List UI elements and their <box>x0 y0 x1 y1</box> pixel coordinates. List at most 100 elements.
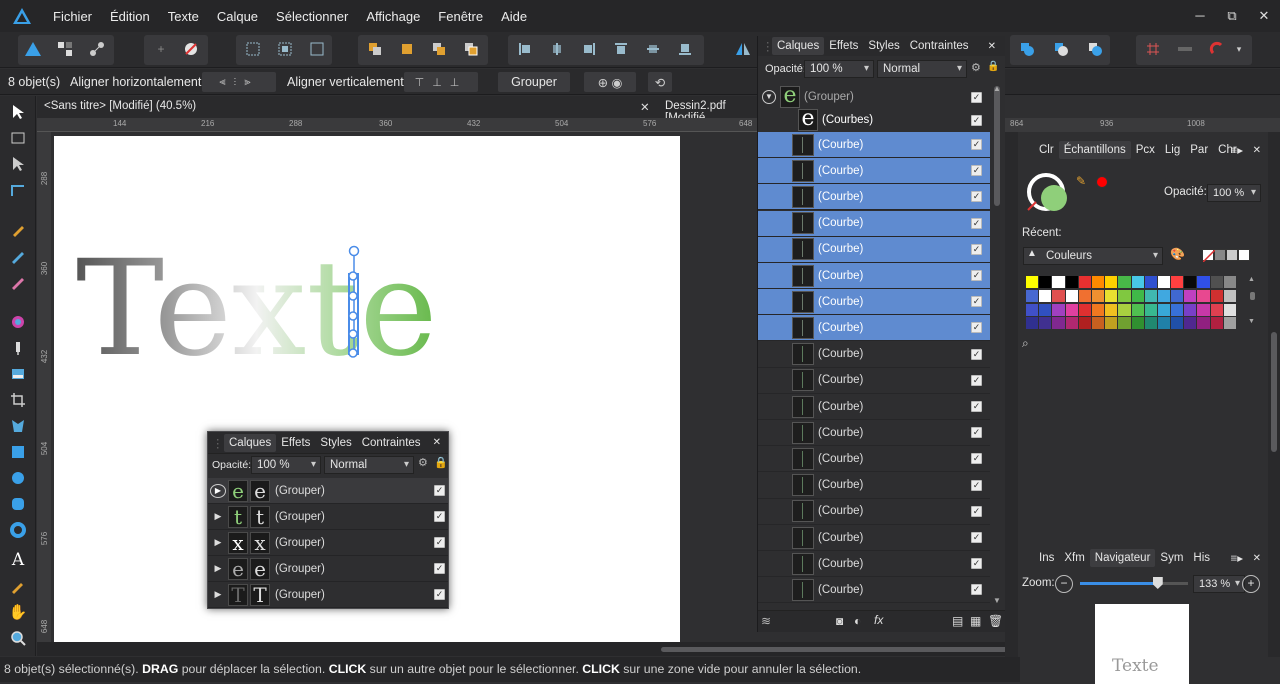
visibility-checkbox[interactable]: ✓ <box>434 589 445 600</box>
visibility-checkbox[interactable]: ✓ <box>971 114 982 126</box>
align-vertical-buttons[interactable]: ⊤⊥⊥ <box>404 72 478 92</box>
arrange-front-icon[interactable] <box>458 36 484 62</box>
visibility-checkbox[interactable]: ✓ <box>971 348 982 360</box>
scroll-down-icon[interactable]: ▼ <box>1248 318 1255 325</box>
lock-icon[interactable]: 🔒 <box>434 456 448 469</box>
swatch-color[interactable] <box>1078 317 1091 330</box>
rounded-rect-tool-icon[interactable] <box>6 492 30 516</box>
snapping-dropdown-icon[interactable]: ▾ <box>1232 36 1246 62</box>
swatch-color[interactable] <box>1039 276 1052 288</box>
palette-dropdown[interactable]: Couleurs <box>1023 247 1163 265</box>
swatch-color[interactable] <box>1091 276 1105 288</box>
visibility-checkbox[interactable]: ✓ <box>971 374 982 386</box>
scroll-thumb[interactable] <box>661 647 1041 652</box>
layer-row[interactable]: (Courbe) ✓ <box>758 263 990 289</box>
swatch-color[interactable] <box>1118 303 1131 316</box>
swatch-color[interactable] <box>1052 276 1065 288</box>
tab-xfm[interactable]: Xfm <box>1059 552 1089 564</box>
menu-aide[interactable]: Aide <box>492 9 536 24</box>
visibility-checkbox[interactable]: ✓ <box>971 532 982 543</box>
swatch-color[interactable] <box>1039 289 1052 302</box>
boolean-intersect-icon[interactable] <box>1082 36 1108 62</box>
align-left-icon[interactable] <box>512 36 538 62</box>
swatch-color[interactable] <box>1105 289 1118 302</box>
swatch-color[interactable] <box>1118 289 1131 302</box>
swatch-color[interactable] <box>1065 289 1078 302</box>
visibility-checkbox[interactable]: ✓ <box>971 401 982 412</box>
corner-tool-icon[interactable] <box>6 178 30 202</box>
swatch-color[interactable] <box>1026 289 1039 302</box>
designer-persona-icon[interactable] <box>20 36 46 62</box>
swatch-color[interactable] <box>1171 303 1184 316</box>
tab-his[interactable]: His <box>1188 552 1215 564</box>
text-tool-icon[interactable]: A <box>6 548 30 572</box>
expand-icon[interactable]: ▶ <box>210 483 226 498</box>
visibility-checkbox[interactable]: ✓ <box>971 165 982 177</box>
zoom-out-button[interactable]: − <box>1055 575 1073 593</box>
palette-options-icon[interactable]: 🎨 <box>1170 247 1185 261</box>
visibility-checkbox[interactable]: ✓ <box>971 453 982 465</box>
selection-handle[interactable] <box>348 291 358 301</box>
swatch-color[interactable] <box>1171 276 1184 288</box>
opacity-dropdown[interactable]: 100 % <box>251 456 321 474</box>
layers-stack-icon[interactable]: ≋ <box>761 614 771 628</box>
tab-pcx[interactable]: Pcx <box>1131 144 1160 156</box>
swatch-color[interactable] <box>1184 317 1197 330</box>
stroke-color-swatch[interactable] <box>1096 176 1108 188</box>
scroll-up-icon[interactable]: ▲ <box>1248 276 1255 283</box>
swatches-panel[interactable]: Clr Échantillons Pcx Lig Par Chr ≡▸ ✕ ✎ … <box>1018 140 1268 358</box>
group-button[interactable]: Grouper <box>498 72 570 92</box>
transparency-tool-icon[interactable] <box>6 336 30 360</box>
opacity-dropdown[interactable]: 100 % <box>804 60 874 78</box>
swatch-color[interactable] <box>1039 317 1052 330</box>
add-pixel-layer-icon[interactable]: ▦ <box>970 614 981 628</box>
visibility-checkbox[interactable]: ✓ <box>971 479 982 491</box>
swatch-color[interactable] <box>1157 317 1171 330</box>
swatch-color[interactable] <box>1157 289 1171 302</box>
minimize-button[interactable]: ─ <box>1184 0 1216 32</box>
adjustment-icon[interactable]: ◐ <box>854 614 861 628</box>
tab-calques[interactable]: Calques <box>772 37 825 55</box>
color-picker-icon[interactable] <box>6 574 30 598</box>
tab-sym[interactable]: Sym <box>1155 552 1188 564</box>
visibility-checkbox[interactable]: ✓ <box>434 511 445 522</box>
tab-styles[interactable]: Styles <box>315 437 356 449</box>
swatch-color[interactable] <box>1052 317 1065 330</box>
arrange-back-icon[interactable] <box>362 36 388 62</box>
swatch-color[interactable] <box>1026 276 1039 288</box>
swatch-color[interactable] <box>1105 276 1118 288</box>
horizontal-scrollbar[interactable] <box>37 642 1041 656</box>
menu-calque[interactable]: Calque <box>208 9 267 24</box>
expand-icon[interactable]: ▶ <box>210 537 226 548</box>
swatch-scrollbar[interactable] <box>1250 292 1255 300</box>
tab-effets[interactable]: Effets <box>276 437 315 449</box>
selection-handle[interactable] <box>348 311 358 321</box>
mask-icon[interactable]: ◙ <box>836 614 843 628</box>
swatch-color[interactable] <box>1157 303 1171 316</box>
tab-echantillons[interactable]: Échantillons <box>1058 141 1131 159</box>
layer-row[interactable]: (Courbe) ✓ <box>758 499 990 525</box>
tab-styles[interactable]: Styles <box>863 40 904 52</box>
tab-sans-titre[interactable]: <Sans titre> [Modifié] (40.5%) <box>44 100 196 112</box>
swatch-color[interactable] <box>1197 317 1210 330</box>
layer-row[interactable]: (Courbe) ✓ <box>758 342 990 368</box>
collapse-icon[interactable]: ▼ <box>762 90 776 104</box>
pencil-tool-icon[interactable] <box>6 244 30 268</box>
brush-tool-icon[interactable] <box>6 270 30 294</box>
swatch-color[interactable] <box>1210 303 1223 316</box>
swatch-color[interactable] <box>1131 317 1144 330</box>
menu-fichier[interactable]: Fichier <box>44 9 101 24</box>
swatch-color[interactable] <box>1118 276 1131 288</box>
scroll-down-icon[interactable]: ▼ <box>993 596 1001 605</box>
place-image-icon[interactable] <box>6 362 30 386</box>
visibility-checkbox[interactable]: ✓ <box>971 191 982 203</box>
swatch-color[interactable] <box>1144 289 1157 302</box>
recent-colors[interactable] <box>1202 249 1250 262</box>
layer-row[interactable]: (Courbe) ✓ <box>758 184 990 211</box>
swatch-grid[interactable] <box>1026 276 1236 330</box>
swatch-color[interactable] <box>1223 303 1236 316</box>
lock-icon[interactable]: 🔒 <box>987 61 999 72</box>
pen-tool-icon[interactable] <box>6 218 30 242</box>
settings-gear-icon[interactable]: ⚙ <box>418 456 428 469</box>
swatch-color[interactable] <box>1144 276 1157 288</box>
